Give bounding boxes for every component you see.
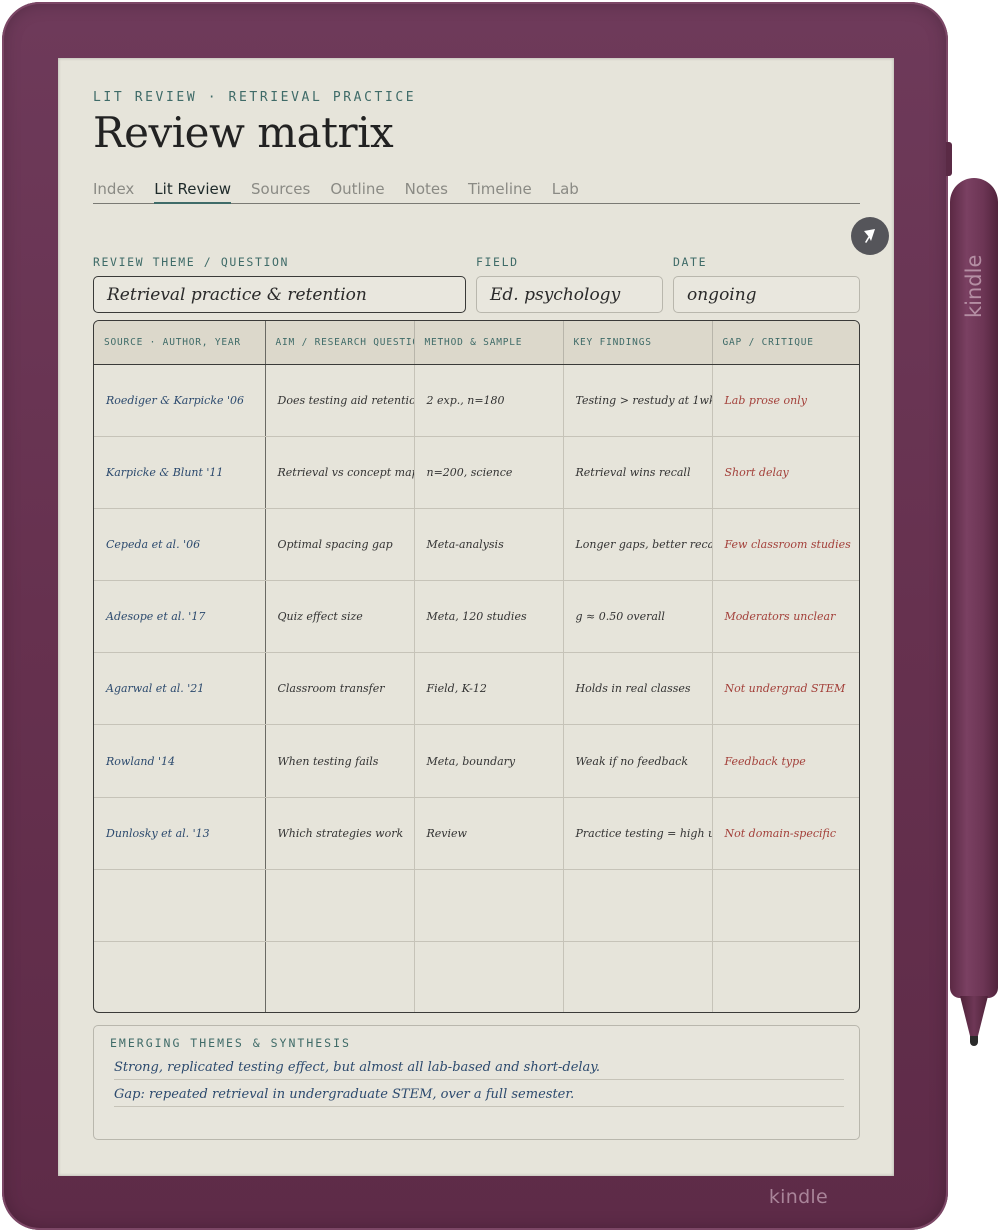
cell-gap[interactable]: Lab prose only bbox=[712, 364, 859, 437]
synthesis-line[interactable]: Gap: repeated retrieval in undergraduate… bbox=[114, 1085, 844, 1107]
tab-sources[interactable]: Sources bbox=[251, 178, 310, 204]
table-row: Dunlosky et al. '13 Which strategies work… bbox=[94, 797, 859, 870]
screen: LIT REVIEW · RETRIEVAL PRACTICE Review m… bbox=[58, 58, 894, 1176]
cell-gap[interactable]: Not domain-specific bbox=[712, 797, 859, 870]
cell-gap[interactable]: Not undergrad STEM bbox=[712, 652, 859, 726]
cell-method[interactable] bbox=[414, 941, 564, 1012]
tab-bar: Index Lit Review Sources Outline Notes T… bbox=[93, 178, 860, 204]
cell-gap[interactable] bbox=[712, 869, 859, 943]
date-input[interactable]: ongoing bbox=[673, 276, 860, 313]
tab-index[interactable]: Index bbox=[93, 178, 134, 204]
table-row: Cepeda et al. '06 Optimal spacing gap Meta… bbox=[94, 508, 859, 582]
header-gap: GAP / CRITIQUE bbox=[712, 321, 859, 365]
cell-gap[interactable]: Moderators unclear bbox=[712, 580, 859, 654]
cell-gap[interactable]: Few classroom studies bbox=[712, 508, 859, 582]
stylus: kindle bbox=[950, 178, 998, 1046]
table-row: Roediger & Karpicke '06 Does testing aid … bbox=[94, 364, 859, 437]
date-label: DATE bbox=[673, 255, 708, 269]
cell-aim[interactable]: Retrieval vs concept maps bbox=[265, 436, 415, 509]
table-row: Agarwal et al. '21 Classroom transfer Fiel… bbox=[94, 652, 859, 726]
tab-lab[interactable]: Lab bbox=[552, 178, 579, 204]
cell-findings[interactable] bbox=[563, 869, 713, 943]
cell-source[interactable]: Adesope et al. '17 bbox=[94, 580, 266, 654]
cell-method[interactable]: Review bbox=[414, 797, 564, 870]
cell-aim[interactable]: When testing fails bbox=[265, 724, 415, 798]
cell-method[interactable]: Meta, 120 studies bbox=[414, 580, 564, 654]
field-label: FIELD bbox=[476, 255, 519, 269]
field-input[interactable]: Ed. psychology bbox=[476, 276, 663, 313]
synthesis-label: EMERGING THEMES & SYNTHESIS bbox=[110, 1036, 351, 1050]
header-method: METHOD & SAMPLE bbox=[414, 321, 564, 365]
cell-method[interactable] bbox=[414, 869, 564, 943]
cell-aim[interactable]: Optimal spacing gap bbox=[265, 508, 415, 582]
cell-source[interactable]: Karpicke & Blunt '11 bbox=[94, 436, 266, 509]
cell-source[interactable]: Cepeda et al. '06 bbox=[94, 508, 266, 582]
table-row bbox=[94, 869, 859, 943]
synthesis-line[interactable]: Strong, replicated testing effect, but a… bbox=[114, 1058, 844, 1080]
table-row: Rowland '14 When testing fails Meta, bound… bbox=[94, 724, 859, 798]
cell-aim[interactable]: Quiz effect size bbox=[265, 580, 415, 654]
cell-gap[interactable]: Feedback type bbox=[712, 724, 859, 798]
tab-outline[interactable]: Outline bbox=[330, 178, 384, 204]
table-row: Adesope et al. '17 Quiz effect size Meta, … bbox=[94, 580, 859, 654]
cell-findings[interactable]: Testing > restudy at 1wk bbox=[563, 364, 713, 437]
cell-aim[interactable] bbox=[265, 869, 415, 943]
cell-method[interactable]: 2 exp., n=180 bbox=[414, 364, 564, 437]
cell-method[interactable]: Field, K-12 bbox=[414, 652, 564, 726]
cell-method[interactable]: n=200, science bbox=[414, 436, 564, 509]
pen-tool-button[interactable] bbox=[851, 217, 889, 255]
cell-findings[interactable]: g ≈ 0.50 overall bbox=[563, 580, 713, 654]
header-findings: KEY FINDINGS bbox=[563, 321, 713, 365]
cell-findings[interactable] bbox=[563, 941, 713, 1012]
cell-source[interactable] bbox=[94, 869, 266, 943]
cell-source[interactable]: Agarwal et al. '21 bbox=[94, 652, 266, 726]
pen-icon bbox=[864, 229, 875, 243]
cell-source[interactable]: Rowland '14 bbox=[94, 724, 266, 798]
page-title: Review matrix bbox=[93, 108, 394, 157]
synthesis-panel: EMERGING THEMES & SYNTHESIS Strong, repl… bbox=[93, 1025, 860, 1140]
stylus-nib bbox=[970, 1036, 978, 1046]
theme-label: REVIEW THEME / QUESTION bbox=[93, 255, 290, 269]
stylus-logo: kindle bbox=[962, 254, 986, 318]
tab-notes[interactable]: Notes bbox=[405, 178, 448, 204]
cell-findings[interactable]: Weak if no feedback bbox=[563, 724, 713, 798]
table-row: Karpicke & Blunt '11 Retrieval vs concept… bbox=[94, 436, 859, 509]
tab-lit-review[interactable]: Lit Review bbox=[154, 178, 231, 204]
page-eyebrow: LIT REVIEW · RETRIEVAL PRACTICE bbox=[93, 90, 417, 105]
cell-source[interactable] bbox=[94, 941, 266, 1012]
cell-source[interactable]: Dunlosky et al. '13 bbox=[94, 797, 266, 870]
table-header-row: SOURCE · AUTHOR, YEAR AIM / RESEARCH QUE… bbox=[94, 321, 859, 365]
cell-aim[interactable]: Which strategies work bbox=[265, 797, 415, 870]
theme-input[interactable]: Retrieval practice & retention bbox=[93, 276, 466, 313]
table-row bbox=[94, 941, 859, 1013]
cell-gap[interactable] bbox=[712, 942, 859, 1013]
cell-findings[interactable]: Holds in real classes bbox=[563, 652, 713, 726]
cell-gap[interactable]: Short delay bbox=[712, 436, 859, 509]
cell-aim[interactable]: Does testing aid retention? bbox=[265, 364, 415, 437]
power-button[interactable] bbox=[946, 142, 952, 176]
device-logo: kindle bbox=[768, 1186, 828, 1208]
cell-method[interactable]: Meta-analysis bbox=[414, 508, 564, 582]
review-matrix-table: SOURCE · AUTHOR, YEAR AIM / RESEARCH QUE… bbox=[93, 320, 860, 1013]
cell-aim[interactable]: Classroom transfer bbox=[265, 652, 415, 726]
cell-findings[interactable]: Longer gaps, better recall bbox=[563, 508, 713, 582]
tab-timeline[interactable]: Timeline bbox=[468, 178, 532, 204]
cell-aim[interactable] bbox=[265, 941, 415, 1012]
header-aim: AIM / RESEARCH QUESTION bbox=[265, 321, 415, 365]
cell-findings[interactable]: Practice testing = high utility bbox=[563, 797, 713, 870]
table-body: Roediger & Karpicke '06 Does testing aid … bbox=[94, 364, 859, 1013]
cell-source[interactable]: Roediger & Karpicke '06 bbox=[94, 364, 266, 437]
header-source: SOURCE · AUTHOR, YEAR bbox=[94, 321, 266, 365]
cell-method[interactable]: Meta, boundary bbox=[414, 724, 564, 798]
cell-findings[interactable]: Retrieval wins recall bbox=[563, 436, 713, 509]
ereader-device: LIT REVIEW · RETRIEVAL PRACTICE Review m… bbox=[2, 2, 952, 1230]
